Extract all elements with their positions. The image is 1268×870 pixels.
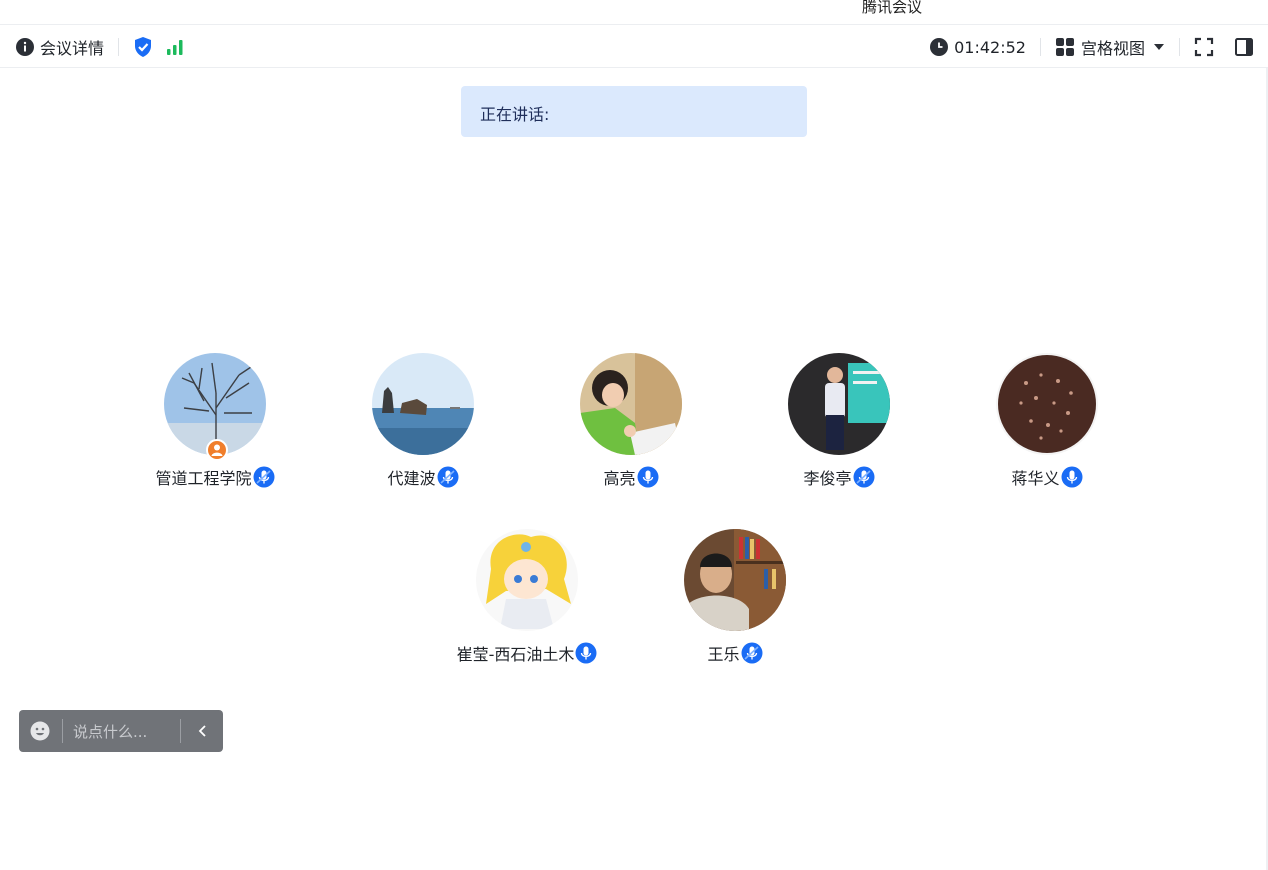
participant-name-row: 崔莹-西石油土木: [427, 641, 627, 665]
participant-tile[interactable]: 管道工程学院: [115, 353, 315, 503]
participant-name: 管道工程学院: [155, 469, 252, 488]
title-bar: 腾讯会议: [0, 0, 1268, 24]
host-badge-icon: [206, 439, 228, 461]
chevron-down-icon: [1154, 44, 1164, 50]
participant-name: 代建波: [387, 469, 436, 488]
emoji-icon[interactable]: [30, 721, 50, 741]
participant-tile[interactable]: 高亮: [531, 353, 731, 503]
participant-name-row: 李俊亭: [739, 465, 939, 489]
participant-tile[interactable]: 李俊亭: [739, 353, 939, 503]
mic-icon: [637, 466, 658, 488]
toolbar-divider: [1179, 38, 1180, 56]
participant-tile[interactable]: 代建波: [323, 353, 523, 503]
participant-name: 蒋华义: [1011, 469, 1060, 488]
chat-bar: [19, 710, 223, 752]
avatar: [684, 529, 786, 631]
meeting-toolbar: 会议详情 01:42:52 宫格视图: [0, 24, 1268, 68]
grid-view-icon: [1055, 38, 1074, 56]
side-panel-icon[interactable]: [1234, 37, 1254, 57]
mic-active-icon: [437, 466, 458, 488]
participant-name: 王乐: [707, 645, 740, 664]
participant-tile[interactable]: 蒋华义: [947, 353, 1147, 503]
view-mode-dropdown[interactable]: 宫格视图: [1055, 35, 1165, 59]
fullscreen-icon[interactable]: [1194, 37, 1214, 57]
chat-divider: [180, 719, 181, 743]
avatar: [476, 529, 578, 631]
mic-active-icon: [253, 466, 274, 488]
participant-name: 崔莹-西石油土木: [456, 645, 575, 664]
participant-name: 高亮: [603, 469, 636, 488]
participant-name-row: 蒋华义: [947, 465, 1147, 489]
participant-name-row: 高亮: [531, 465, 731, 489]
participant-tile[interactable]: 崔莹-西石油土木: [427, 529, 627, 679]
avatar: [580, 353, 682, 455]
mic-icon: [575, 642, 597, 664]
mic-active-icon: [741, 642, 762, 664]
toolbar-left: 会议详情: [16, 25, 185, 69]
participant-name-row: 代建波: [323, 465, 523, 489]
clock-icon: [930, 38, 949, 56]
app-title: 腾讯会议: [862, 0, 923, 16]
info-circle-icon: [16, 38, 34, 56]
participant-name-row: 王乐: [635, 641, 835, 665]
toolbar-divider: [1039, 38, 1041, 56]
active-speaker-banner: 正在讲话:: [461, 86, 807, 137]
participant-name: 李俊亭: [803, 469, 852, 488]
signal-bars-icon[interactable]: [165, 38, 185, 56]
avatar: [788, 353, 890, 455]
chat-divider: [62, 719, 63, 743]
toolbar-divider: [118, 38, 120, 56]
toolbar-right: 01:42:52 宫格视图: [930, 25, 1254, 69]
mic-icon: [1061, 466, 1082, 488]
chevron-left-icon[interactable]: [195, 723, 211, 739]
shield-check-icon[interactable]: [133, 36, 153, 58]
view-mode-label: 宫格视图: [1080, 39, 1145, 58]
chat-input[interactable]: [73, 721, 173, 743]
avatar: [372, 353, 474, 455]
meeting-details-button[interactable]: 会议详情: [16, 35, 104, 59]
participant-tile[interactable]: 王乐: [635, 529, 835, 679]
meeting-timer: 01:42:52: [954, 37, 1026, 57]
mic-active-icon: [853, 466, 874, 488]
meeting-details-label: 会议详情: [40, 39, 105, 58]
avatar: [996, 353, 1098, 455]
participant-name-row: 管道工程学院: [115, 465, 315, 489]
active-speaker-label: 正在讲话:: [480, 105, 550, 124]
